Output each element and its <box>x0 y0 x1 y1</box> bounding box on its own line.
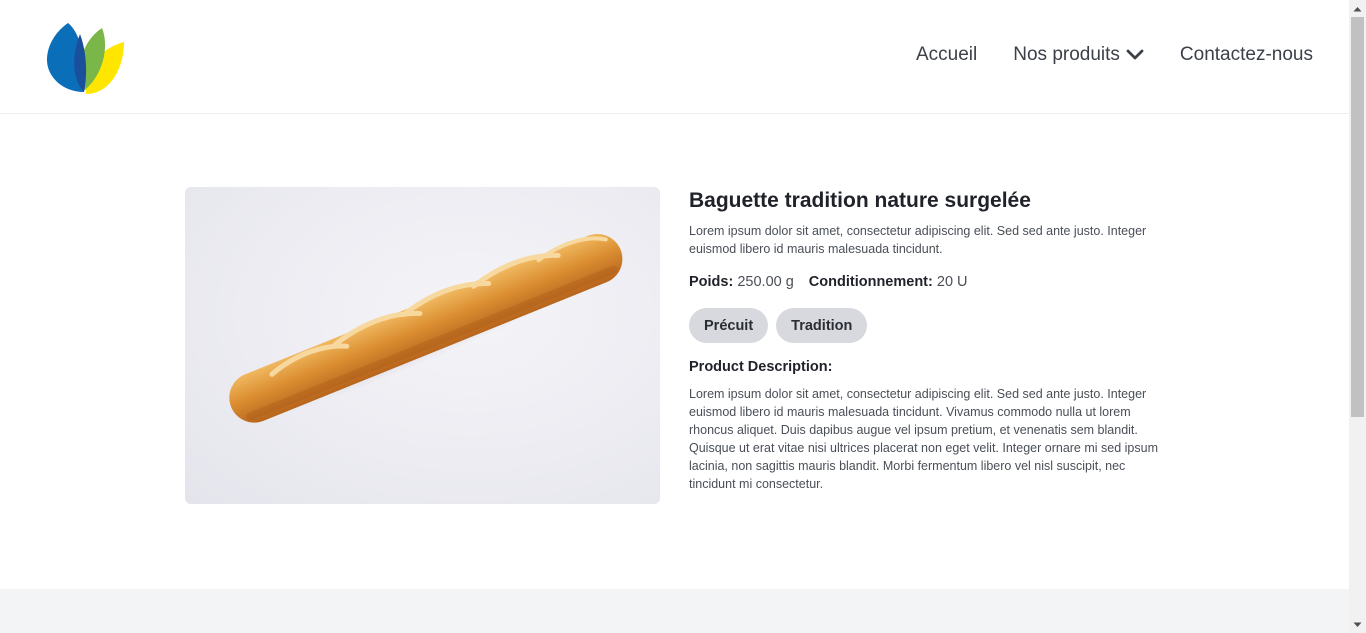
chevron-down-icon <box>1126 49 1144 60</box>
product-info: Baguette tradition nature surgelée Lorem… <box>689 187 1165 493</box>
scroll-down-arrow-icon[interactable] <box>1349 616 1366 633</box>
vertical-scrollbar[interactable] <box>1349 0 1366 633</box>
packaging-value: 20 U <box>936 274 968 290</box>
nav-link-nos-produits[interactable]: Nos produits <box>1013 44 1144 66</box>
packaging-label: Conditionnement: <box>808 274 933 290</box>
nav-link-label: Contactez-nous <box>1179 44 1313 65</box>
tag-tradition[interactable]: Tradition <box>776 308 868 343</box>
weight-value: 250.00 g <box>737 274 794 290</box>
nav-link-label: Nos produits <box>1013 44 1120 65</box>
product-meta: Poids: 250.00 g Conditionnement: 20 U <box>689 274 1165 290</box>
nav-link-accueil[interactable]: Accueil <box>916 44 977 66</box>
weight-label: Poids: <box>689 274 734 290</box>
nav-link-contactez-nous[interactable]: Contactez-nous <box>1180 44 1313 66</box>
tag-precuit[interactable]: Précuit <box>689 308 769 343</box>
leaf-logo-icon <box>46 23 124 94</box>
product-image <box>185 187 660 504</box>
main-nav: Accueil Nos produits Contactez-nous <box>916 44 1313 66</box>
product-lead: Lorem ipsum dolor sit amet, consectetur … <box>689 224 1147 256</box>
product-tags: Précuit Tradition <box>689 308 1165 343</box>
description-title: Product Description: <box>689 359 833 375</box>
product-description: Lorem ipsum dolor sit amet, consectetur … <box>689 387 1158 491</box>
brand-logo[interactable] <box>44 20 126 96</box>
page: Accueil Nos produits Contactez-nous Bagu… <box>0 0 1349 633</box>
scroll-up-arrow-icon[interactable] <box>1349 0 1366 17</box>
baguette-image <box>229 233 629 424</box>
product-title: Baguette tradition nature surgelée <box>689 189 1031 212</box>
product-detail: Baguette tradition nature surgelée Lorem… <box>185 187 1165 507</box>
site-header: Accueil Nos produits Contactez-nous <box>0 0 1349 114</box>
nav-link-label: Accueil <box>916 44 978 65</box>
scrollbar-thumb[interactable] <box>1351 17 1364 417</box>
site-footer <box>0 589 1349 633</box>
